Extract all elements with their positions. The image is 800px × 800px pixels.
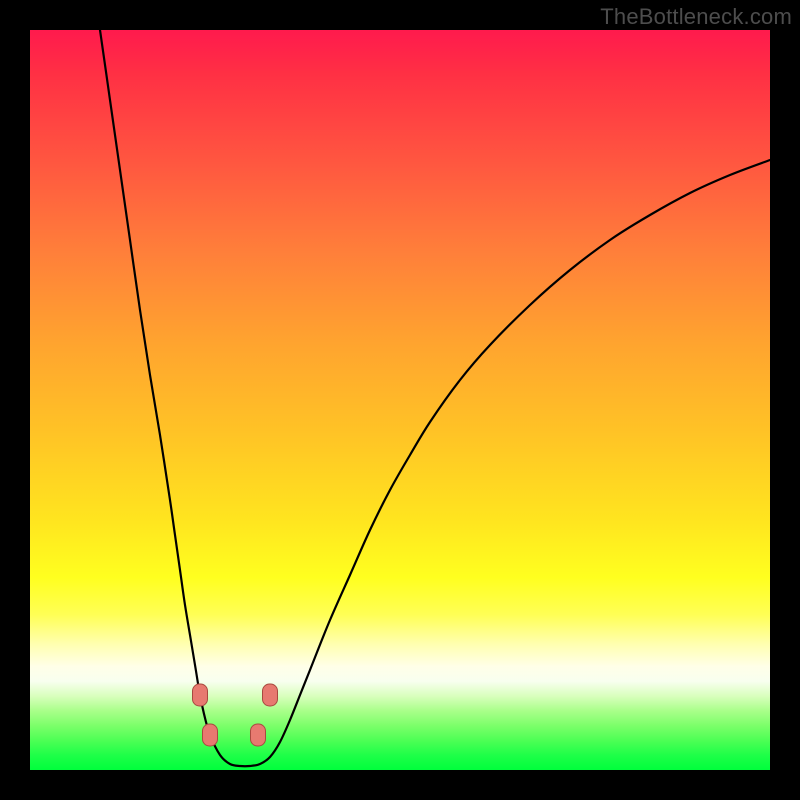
minimum-marker [263,684,278,706]
minimum-marker [203,724,218,746]
minimum-marker [251,724,266,746]
bottleneck-curve [100,30,770,766]
bottleneck-chart [30,30,770,770]
minimum-marker [193,684,208,706]
attribution-label: TheBottleneck.com [600,4,792,30]
